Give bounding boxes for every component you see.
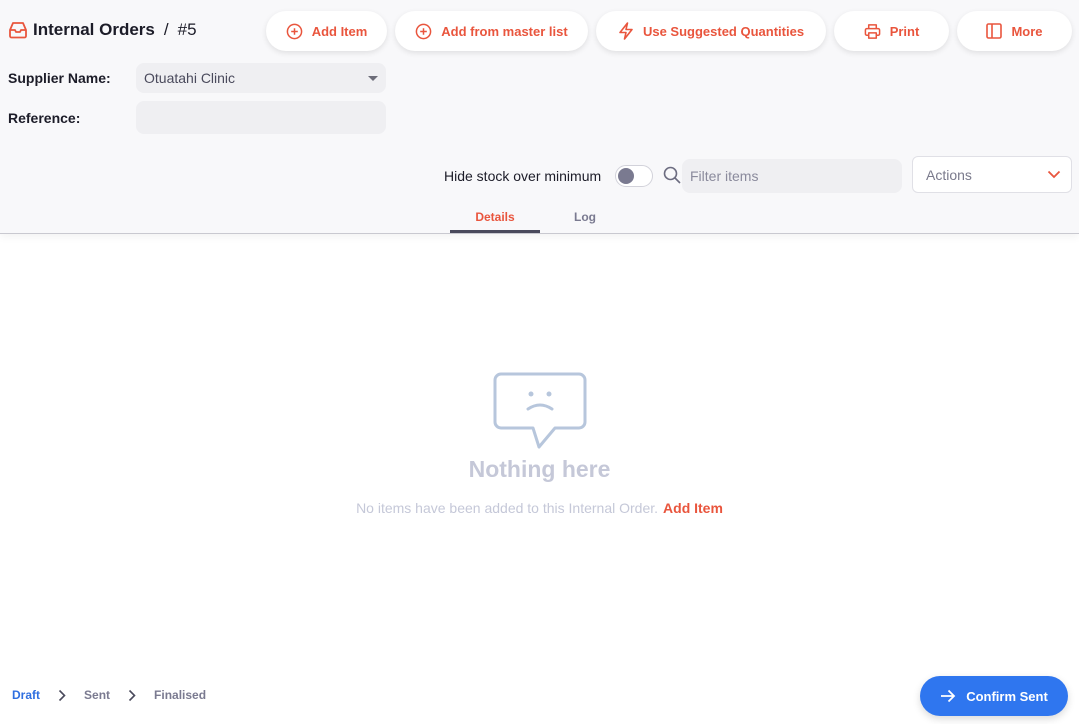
more-label: More: [1011, 23, 1043, 39]
plus-circle-icon: [286, 23, 303, 39]
header-panel: Internal Orders / #5 Add Item Add from m…: [0, 0, 1079, 234]
empty-state-title: Nothing here: [468, 456, 611, 482]
print-label: Print: [889, 23, 920, 39]
step-finalised: Finalised: [154, 688, 207, 702]
supplier-name-label: Supplier Name:: [8, 70, 111, 86]
add-from-master-list-button[interactable]: Add from master list: [395, 11, 588, 51]
supplier-name-value: Otuatahi Clinic: [144, 70, 236, 86]
step-draft: Draft: [12, 688, 41, 702]
confirm-sent-button[interactable]: Confirm Sent: [920, 676, 1068, 716]
sidebar-panel-icon: [986, 23, 1003, 39]
page-title-text: Internal Orders: [33, 20, 155, 39]
order-number: #5: [177, 20, 197, 39]
sad-speech-bubble-icon: [493, 372, 587, 449]
confirm-sent-label: Confirm Sent: [966, 688, 1048, 704]
reference-field[interactable]: [136, 101, 386, 134]
lightning-icon: [619, 22, 633, 40]
printer-icon: [864, 23, 881, 39]
actions-label: Actions: [926, 166, 972, 183]
filter-items-input[interactable]: [682, 159, 902, 193]
tab-details[interactable]: Details: [450, 205, 540, 233]
chevron-down-icon: [1047, 170, 1061, 179]
add-item-label: Add Item: [311, 23, 368, 39]
print-button[interactable]: Print: [834, 11, 949, 51]
title-separator: /: [163, 20, 169, 39]
chevron-right-icon: [128, 689, 136, 702]
tab-details-label: Details: [475, 210, 515, 224]
more-button[interactable]: More: [957, 11, 1072, 51]
use-suggested-quantities-button[interactable]: Use Suggested Quantities: [596, 11, 826, 51]
search-icon: [663, 166, 681, 184]
status-stepper: Draft Sent Finalised: [12, 688, 206, 702]
step-sent: Sent: [84, 688, 111, 702]
use-suggested-quantities-label: Use Suggested Quantities: [642, 23, 805, 39]
inbox-tray-icon: [8, 21, 28, 39]
tab-log[interactable]: Log: [540, 205, 630, 233]
plus-circle-icon: [415, 23, 432, 39]
hide-stock-toggle[interactable]: [615, 165, 653, 187]
hide-stock-label: Hide stock over minimum: [444, 168, 602, 184]
actions-dropdown[interactable]: Actions: [912, 156, 1072, 193]
page-title: Internal Orders / #5: [8, 20, 197, 40]
add-from-master-list-label: Add from master list: [441, 23, 568, 39]
tab-log-label: Log: [574, 210, 596, 224]
empty-state-add-item-link[interactable]: Add Item: [663, 500, 723, 516]
chevron-right-icon: [58, 689, 66, 702]
arrow-right-icon: [941, 689, 956, 703]
toggle-knob: [618, 168, 634, 184]
reference-label: Reference:: [8, 110, 81, 126]
empty-state-text: No items have been added to this Interna…: [356, 500, 659, 516]
add-item-button[interactable]: Add Item: [266, 11, 387, 51]
empty-state-message: No items have been added to this Interna…: [0, 500, 1079, 516]
caret-down-icon: [368, 76, 378, 81]
supplier-name-select[interactable]: Otuatahi Clinic: [136, 63, 386, 93]
